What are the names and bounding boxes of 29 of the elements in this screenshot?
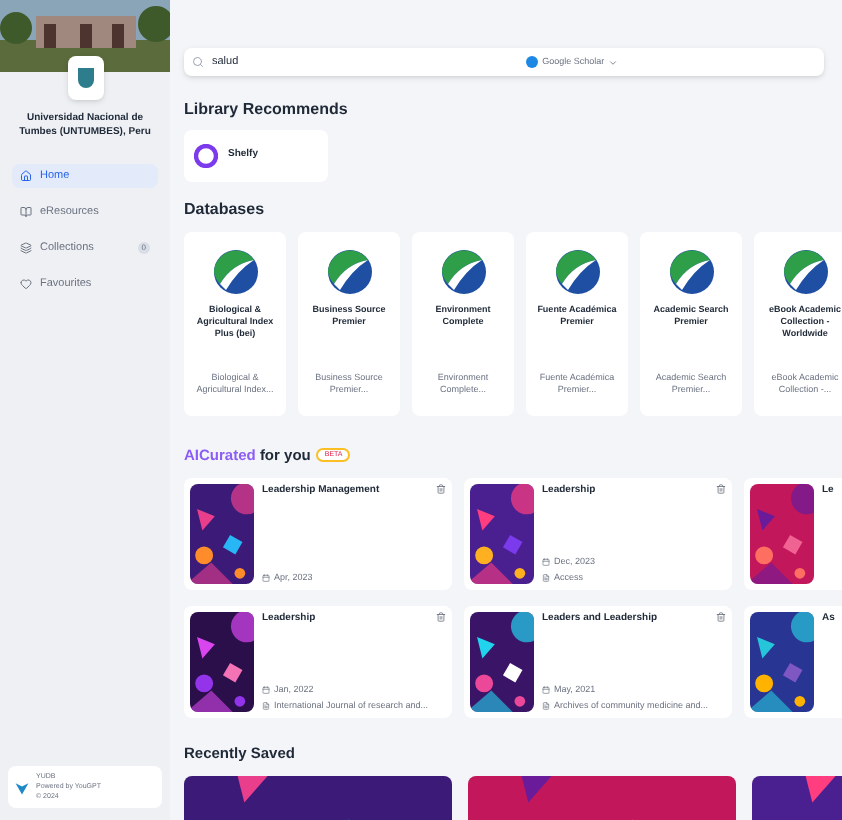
search-icon xyxy=(192,56,204,68)
ring-logo-icon xyxy=(194,144,218,168)
calendar-icon xyxy=(542,558,550,567)
section-title: Databases xyxy=(184,198,267,222)
document-icon xyxy=(542,573,550,582)
database-logo-icon xyxy=(325,248,373,296)
trash-icon[interactable] xyxy=(436,612,446,623)
database-logo-icon xyxy=(211,248,259,296)
section-title: Library Recommends xyxy=(184,98,350,122)
calendar-icon xyxy=(262,573,270,582)
database-logo-icon xyxy=(781,248,829,296)
nav-icon xyxy=(20,206,32,218)
calendar-icon xyxy=(262,686,270,695)
database-logo-icon xyxy=(667,248,715,296)
nav-icon xyxy=(20,242,32,254)
document-icon xyxy=(542,701,550,710)
logo-icon xyxy=(14,779,30,795)
document-icon xyxy=(262,701,270,710)
trash-icon[interactable] xyxy=(436,484,446,495)
nav-icon xyxy=(20,278,32,290)
calendar-icon xyxy=(542,686,550,695)
caret-icon xyxy=(608,57,619,67)
nav-icon xyxy=(20,170,32,182)
database-logo-icon xyxy=(439,248,487,296)
google-scholar-icon xyxy=(526,56,539,68)
database-logo-icon xyxy=(553,248,601,296)
trash-icon[interactable] xyxy=(716,612,726,623)
university-logo-icon xyxy=(67,56,103,100)
trash-icon[interactable] xyxy=(716,484,726,495)
